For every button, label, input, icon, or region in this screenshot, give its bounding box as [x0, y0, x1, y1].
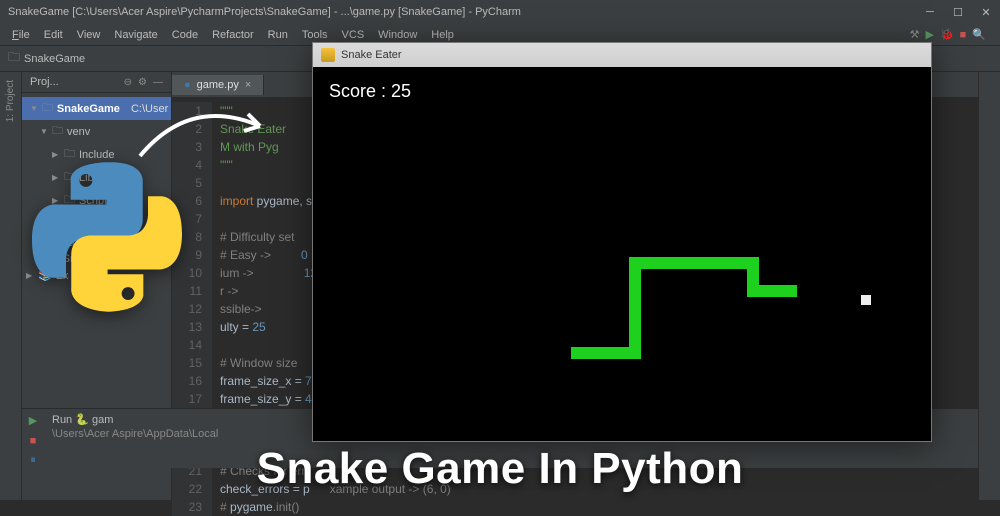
maximize-button[interactable]: ☐ — [952, 6, 964, 18]
breadcrumb-root[interactable]: SnakeGame — [24, 53, 85, 65]
folder-icon: 🗀 — [42, 99, 53, 118]
toolbar-run-controls: ⚒ ▶ 🐞 ■ 🔍 — [910, 28, 994, 41]
chevron-right-icon: ▶ — [52, 150, 60, 159]
score-display: Score : 25 — [329, 81, 411, 103]
stop-icon[interactable]: ■ — [960, 29, 967, 41]
game-title: Snake Eater — [341, 49, 402, 61]
menu-window[interactable]: Window — [372, 27, 423, 43]
folder-icon: 🗀 — [52, 122, 63, 141]
menu-code[interactable]: Code — [166, 27, 204, 43]
chevron-down-icon: ▼ — [30, 104, 38, 113]
ide-titlebar: SnakeGame [C:\Users\Acer Aspire\PycharmP… — [0, 0, 1000, 24]
menu-refactor[interactable]: Refactor — [206, 27, 260, 43]
menu-vcs[interactable]: VCS — [336, 27, 371, 43]
game-titlebar[interactable]: Snake Eater — [313, 43, 931, 67]
sidebar-title: Proj... — [30, 76, 59, 88]
snake-segment — [747, 285, 797, 297]
rerun-icon[interactable]: ▶ — [25, 413, 41, 429]
rail-structure[interactable]: 1: Project — [5, 76, 16, 126]
minimize-button[interactable]: ─ — [924, 6, 936, 18]
close-button[interactable]: ✕ — [980, 6, 992, 18]
game-window: Snake Eater Score : 25 — [312, 42, 932, 442]
snake-segment — [629, 257, 759, 269]
menu-view[interactable]: View — [71, 27, 107, 43]
menu-navigate[interactable]: Navigate — [108, 27, 163, 43]
menu-edit[interactable]: Edit — [38, 27, 69, 43]
window-title: SnakeGame [C:\Users\Acer Aspire\PycharmP… — [8, 6, 521, 18]
chevron-down-icon: ▼ — [40, 127, 48, 136]
menu-tools[interactable]: Tools — [296, 27, 334, 43]
snake-segment — [629, 257, 641, 357]
menu-file[interactable]: File — [6, 27, 36, 43]
python-logo — [32, 162, 182, 312]
menu-run[interactable]: Run — [262, 27, 294, 43]
search-icon[interactable]: 🔍 — [972, 28, 986, 41]
folder-icon: 🗀 — [8, 48, 20, 69]
image-caption: Snake Game In Python — [0, 444, 1000, 494]
build-icon[interactable]: ⚒ — [910, 28, 920, 41]
run-play-icon[interactable]: ▶ — [925, 28, 933, 41]
game-app-icon — [321, 48, 335, 62]
right-rail — [978, 72, 1000, 500]
debug-icon[interactable]: 🐞 — [940, 28, 954, 41]
left-rail: 1: Project — [0, 72, 22, 500]
menu-help[interactable]: Help — [425, 27, 460, 43]
game-canvas[interactable]: Score : 25 — [313, 67, 931, 441]
food-block — [861, 295, 871, 305]
